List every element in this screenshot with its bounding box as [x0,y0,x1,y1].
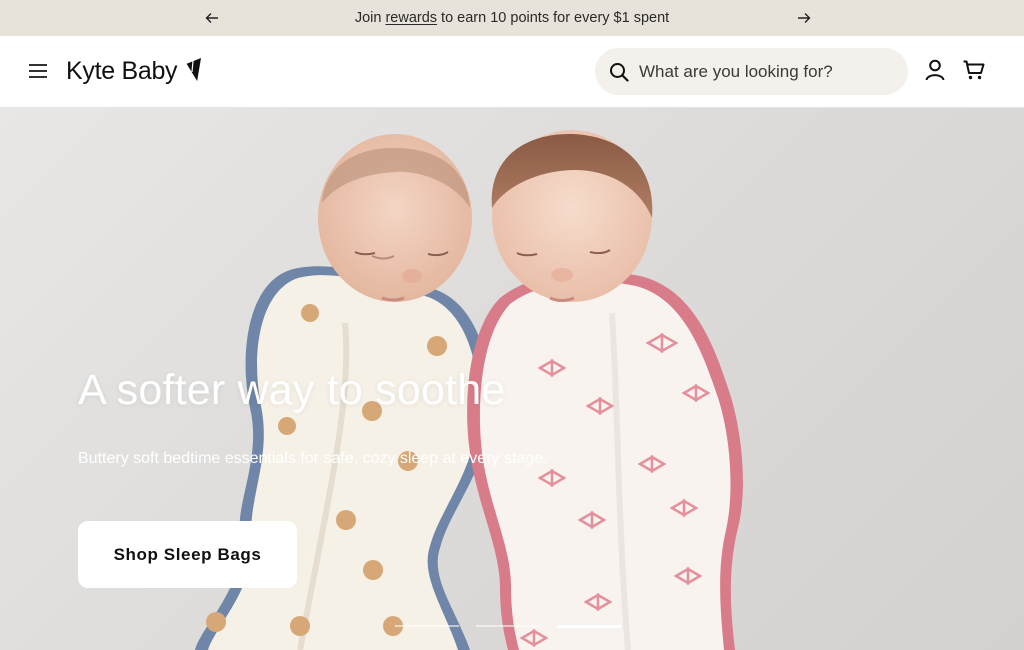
search-icon [610,62,629,82]
hero-title: A softer way to soothe [78,366,506,414]
announcement-prev-button[interactable] [197,0,227,36]
menu-button[interactable] [26,58,52,84]
announcement-bar: Join rewards to earn 10 points for every… [0,0,1024,36]
carousel-dot-3[interactable] [557,625,621,628]
announcement-next-button[interactable] [789,0,819,36]
hero-subtitle: Buttery soft bedtime essentials for safe… [78,450,548,467]
cart-icon [963,60,985,80]
logo[interactable]: Kyte Baby [66,54,203,88]
carousel-dot-2[interactable] [476,625,540,627]
search-input[interactable] [639,61,889,82]
arrow-left-icon [205,13,218,23]
kite-logo-icon [185,58,202,83]
search-bar[interactable] [595,48,908,95]
arrow-right-icon [798,13,811,23]
carousel-indicators [395,625,621,628]
carousel-dot-1[interactable] [395,625,459,627]
menu-icon-line [29,70,47,72]
shop-sleep-bags-button[interactable]: Shop Sleep Bags [78,521,297,588]
account-button[interactable] [923,58,947,82]
cart-button[interactable] [962,58,986,82]
site-header: Kyte Baby [0,36,1024,108]
announcement-message: Join rewards to earn 10 points for every… [355,10,669,26]
menu-icon-line [29,76,47,78]
logo-text: Kyte Baby [66,56,178,85]
announcement-suffix: to earn 10 points for every $1 spent [437,10,670,26]
menu-icon-line [29,64,47,66]
hero-banner: A softer way to soothe Buttery soft bedt… [0,108,1024,650]
rewards-link[interactable]: rewards [385,10,437,26]
account-icon [925,59,945,81]
announcement-prefix: Join [354,10,386,26]
